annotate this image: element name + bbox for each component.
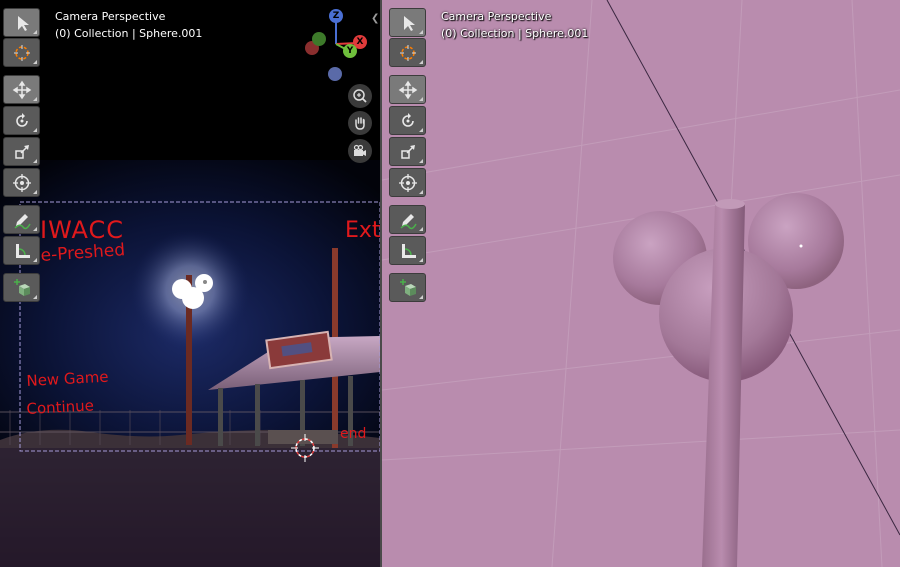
scale-icon (14, 144, 29, 159)
rotate-icon (401, 112, 414, 127)
scale-tool[interactable] (389, 137, 426, 166)
camera-view-button[interactable] (348, 139, 372, 163)
zoom-button[interactable] (348, 84, 372, 108)
gizmo-neg-z-ball[interactable] (328, 67, 342, 81)
select-box-tool[interactable] (389, 8, 426, 37)
3d-cursor-icon (399, 44, 416, 61)
add-cube-tool[interactable] (3, 273, 40, 302)
gizmo-neg-y-ball[interactable] (312, 32, 326, 46)
rotate-tool[interactable] (389, 106, 426, 135)
subtools-corner-icon (33, 258, 37, 262)
view-name: Camera Perspective (441, 10, 552, 23)
cursor-tool[interactable] (389, 38, 426, 67)
measure-tool[interactable] (389, 236, 426, 265)
add-cube-tool[interactable] (389, 273, 426, 302)
view-name: Camera Perspective (55, 10, 166, 23)
rotate-icon (15, 112, 28, 127)
left-viewport[interactable]: IWACC e-Preshed New Game Continue Ext en… (0, 0, 380, 567)
pan-button[interactable] (348, 111, 372, 135)
subtools-corner-icon (419, 295, 423, 299)
cursor-icon (17, 15, 29, 31)
subtools-corner-icon (419, 159, 423, 163)
viewport-info: Camera Perspective (0) Collection | Sphe… (55, 8, 202, 42)
gizmo-y-ball[interactable]: Y (343, 44, 357, 58)
move-tool[interactable] (389, 75, 426, 104)
ruler-icon (15, 243, 30, 258)
zoom-icon (353, 89, 367, 103)
pencil-icon (399, 213, 417, 229)
subtools-corner-icon (33, 227, 37, 231)
cursor-icon (403, 15, 415, 31)
add-cube-icon (13, 278, 30, 296)
subtools-corner-icon (33, 295, 37, 299)
measure-tool[interactable] (3, 236, 40, 265)
viewport-info: Camera Perspective (0) Collection | Sphe… (441, 8, 588, 42)
move-icon (12, 80, 31, 99)
annotation-continue: Continue (26, 396, 95, 418)
subtools-corner-icon (419, 190, 423, 194)
gizmo-z-ball[interactable]: Z (329, 9, 343, 23)
3d-cursor-icon (13, 44, 30, 61)
subtools-corner-icon (33, 60, 37, 64)
right-viewport[interactable]: Camera Perspective (0) Collection | Sphe… (382, 0, 900, 567)
subtools-corner-icon (33, 159, 37, 163)
subtools-corner-icon (419, 227, 423, 231)
move-tool[interactable] (3, 75, 40, 104)
left-scene-render (0, 0, 380, 567)
right-scene-render (382, 0, 900, 567)
annotate-tool[interactable] (389, 205, 426, 234)
annotation-end: end (340, 426, 367, 442)
subtools-corner-icon (419, 97, 423, 101)
collection-object-name: (0) Collection | Sphere.001 (55, 27, 203, 40)
collection-object-name: (0) Collection | Sphere.001 (441, 27, 589, 40)
subtools-corner-icon (419, 128, 423, 132)
subtools-corner-icon (33, 128, 37, 132)
move-icon (398, 80, 417, 99)
subtools-corner-icon (33, 30, 37, 34)
hand-icon (355, 117, 365, 130)
subtools-corner-icon (419, 30, 423, 34)
add-cube-icon (399, 278, 416, 296)
subtools-corner-icon (33, 190, 37, 194)
transform-icon (12, 173, 31, 192)
transform-icon (398, 173, 417, 192)
camera-icon (353, 144, 366, 156)
subtools-corner-icon (419, 258, 423, 262)
select-box-tool[interactable] (3, 8, 40, 37)
transform-tool[interactable] (3, 168, 40, 197)
chevron-left-icon[interactable]: ❮ (371, 13, 379, 24)
rotate-tool[interactable] (3, 106, 40, 135)
navigation-gizmo[interactable]: Z X Y (300, 8, 372, 81)
annotation-title: IWACC (40, 216, 125, 244)
annotate-tool[interactable] (3, 205, 40, 234)
cursor-tool[interactable] (3, 38, 40, 67)
ruler-icon (401, 243, 416, 258)
annotation-exit: Ext (345, 218, 380, 243)
pencil-icon (13, 213, 31, 229)
scale-tool[interactable] (3, 137, 40, 166)
transform-tool[interactable] (389, 168, 426, 197)
subtools-corner-icon (33, 97, 37, 101)
subtools-corner-icon (419, 60, 423, 64)
scale-icon (400, 144, 415, 159)
